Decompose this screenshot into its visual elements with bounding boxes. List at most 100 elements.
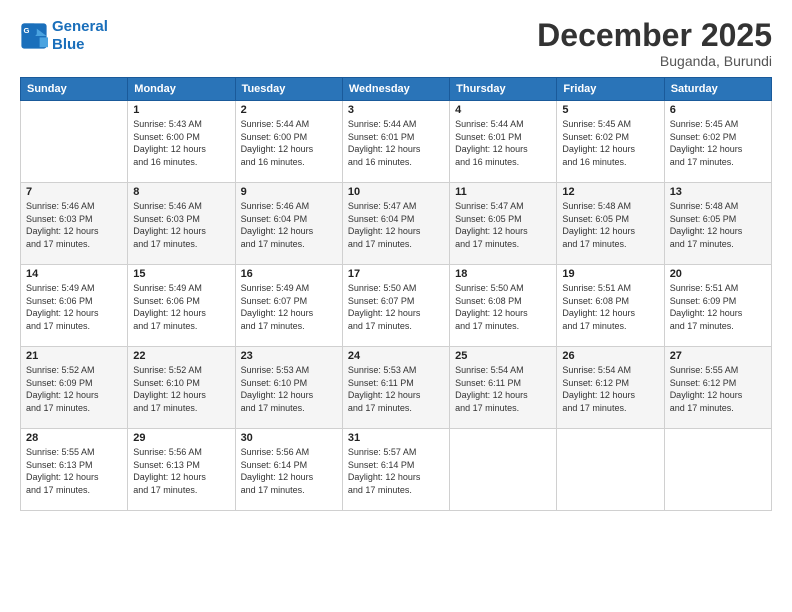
day-info: Sunrise: 5:50 AM Sunset: 6:08 PM Dayligh… bbox=[455, 282, 551, 332]
table-row: 8Sunrise: 5:46 AM Sunset: 6:03 PM Daylig… bbox=[128, 183, 235, 265]
day-info: Sunrise: 5:44 AM Sunset: 6:01 PM Dayligh… bbox=[455, 118, 551, 168]
day-info: Sunrise: 5:48 AM Sunset: 6:05 PM Dayligh… bbox=[562, 200, 658, 250]
day-number: 13 bbox=[670, 186, 766, 198]
day-info: Sunrise: 5:55 AM Sunset: 6:13 PM Dayligh… bbox=[26, 446, 122, 496]
table-row: 4 Sunrise: 5:44 AM Sunset: 6:01 PM Daylig… bbox=[450, 101, 557, 183]
day-number: 28 bbox=[26, 432, 122, 444]
table-row: 15 Sunrise: 5:49 AM Sunset: 6:06 PM Dayli… bbox=[128, 265, 235, 347]
table-row: 16 Sunrise: 5:49 AM Sunset: 6:07 PM Dayli… bbox=[235, 265, 342, 347]
day-info: Sunrise: 5:49 AM Sunset: 6:06 PM Dayligh… bbox=[26, 282, 122, 332]
table-row: 6Sunrise: 5:45 AM Sunset: 6:02 PM Daylig… bbox=[664, 101, 771, 183]
table-row: 22Sunrise: 5:52 AM Sunset: 6:10 PM Dayli… bbox=[128, 347, 235, 429]
table-row bbox=[21, 101, 128, 183]
day-info: Sunrise: 5:52 AM Sunset: 6:09 PM Dayligh… bbox=[26, 364, 122, 414]
calendar-week-row: 14Sunrise: 5:49 AM Sunset: 6:06 PM Dayli… bbox=[21, 265, 772, 347]
page: G General Blue December 2025 Buganda, Bu… bbox=[0, 0, 792, 612]
subtitle: Buganda, Burundi bbox=[537, 53, 772, 69]
table-row: 3Sunrise: 5:44 AM Sunset: 6:01 PM Daylig… bbox=[342, 101, 449, 183]
col-sunday: Sunday bbox=[21, 78, 128, 101]
logo-icon: G bbox=[20, 22, 48, 50]
day-number: 4 bbox=[455, 104, 551, 116]
table-row: 26Sunrise: 5:54 AM Sunset: 6:12 PM Dayli… bbox=[557, 347, 664, 429]
table-row bbox=[664, 429, 771, 511]
day-number: 3 bbox=[348, 104, 444, 116]
table-row: 29 Sunrise: 5:56 AM Sunset: 6:13 PM Dayli… bbox=[128, 429, 235, 511]
col-wednesday: Wednesday bbox=[342, 78, 449, 101]
day-number: 22 bbox=[133, 350, 229, 362]
month-title: December 2025 bbox=[537, 18, 772, 53]
day-number: 15 bbox=[133, 268, 229, 280]
day-info: Sunrise: 5:49 AM Sunset: 6:07 PM Dayligh… bbox=[241, 282, 337, 332]
day-number: 31 bbox=[348, 432, 444, 444]
day-number: 30 bbox=[241, 432, 337, 444]
day-info: Sunrise: 5:51 AM Sunset: 6:08 PM Dayligh… bbox=[562, 282, 658, 332]
day-number: 25 bbox=[455, 350, 551, 362]
day-number: 29 bbox=[133, 432, 229, 444]
col-tuesday: Tuesday bbox=[235, 78, 342, 101]
logo-general: General bbox=[52, 18, 108, 36]
col-friday: Friday bbox=[557, 78, 664, 101]
day-number: 7 bbox=[26, 186, 122, 198]
day-info: Sunrise: 5:54 AM Sunset: 6:11 PM Dayligh… bbox=[455, 364, 551, 414]
day-number: 12 bbox=[562, 186, 658, 198]
day-info: Sunrise: 5:43 AM Sunset: 6:00 PM Dayligh… bbox=[133, 118, 229, 168]
calendar-week-row: 21 Sunrise: 5:52 AM Sunset: 6:09 PM Dayli… bbox=[21, 347, 772, 429]
header: G General Blue December 2025 Buganda, Bu… bbox=[20, 18, 772, 69]
day-number: 24 bbox=[348, 350, 444, 362]
day-info: Sunrise: 5:46 AM Sunset: 6:03 PM Dayligh… bbox=[26, 200, 122, 250]
table-row: 24 Sunrise: 5:53 AM Sunset: 6:11 PM Dayli… bbox=[342, 347, 449, 429]
logo-blue: Blue bbox=[52, 36, 108, 54]
day-info: Sunrise: 5:46 AM Sunset: 6:04 PM Dayligh… bbox=[241, 200, 337, 250]
day-number: 16 bbox=[241, 268, 337, 280]
day-info: Sunrise: 5:44 AM Sunset: 6:00 PM Dayligh… bbox=[241, 118, 337, 168]
table-row: 14Sunrise: 5:49 AM Sunset: 6:06 PM Dayli… bbox=[21, 265, 128, 347]
day-number: 6 bbox=[670, 104, 766, 116]
calendar-table: Sunday Monday Tuesday Wednesday Thursday… bbox=[20, 77, 772, 511]
day-number: 8 bbox=[133, 186, 229, 198]
day-info: Sunrise: 5:55 AM Sunset: 6:12 PM Dayligh… bbox=[670, 364, 766, 414]
table-row: 13Sunrise: 5:48 AM Sunset: 6:05 PM Dayli… bbox=[664, 183, 771, 265]
day-info: Sunrise: 5:54 AM Sunset: 6:12 PM Dayligh… bbox=[562, 364, 658, 414]
day-info: Sunrise: 5:56 AM Sunset: 6:13 PM Dayligh… bbox=[133, 446, 229, 496]
table-row: 31 Sunrise: 5:57 AM Sunset: 6:14 PM Dayli… bbox=[342, 429, 449, 511]
table-row: 23Sunrise: 5:53 AM Sunset: 6:10 PM Dayli… bbox=[235, 347, 342, 429]
day-info: Sunrise: 5:47 AM Sunset: 6:04 PM Dayligh… bbox=[348, 200, 444, 250]
day-info: Sunrise: 5:45 AM Sunset: 6:02 PM Dayligh… bbox=[562, 118, 658, 168]
table-row: 12 Sunrise: 5:48 AM Sunset: 6:05 PM Dayli… bbox=[557, 183, 664, 265]
table-row: 1 Sunrise: 5:43 AM Sunset: 6:00 PM Daylig… bbox=[128, 101, 235, 183]
day-info: Sunrise: 5:51 AM Sunset: 6:09 PM Dayligh… bbox=[670, 282, 766, 332]
table-row: 20 Sunrise: 5:51 AM Sunset: 6:09 PM Dayli… bbox=[664, 265, 771, 347]
logo: G General Blue bbox=[20, 18, 108, 54]
day-number: 20 bbox=[670, 268, 766, 280]
calendar-week-row: 1 Sunrise: 5:43 AM Sunset: 6:00 PM Daylig… bbox=[21, 101, 772, 183]
table-row: 21 Sunrise: 5:52 AM Sunset: 6:09 PM Dayli… bbox=[21, 347, 128, 429]
day-info: Sunrise: 5:56 AM Sunset: 6:14 PM Dayligh… bbox=[241, 446, 337, 496]
day-info: Sunrise: 5:53 AM Sunset: 6:11 PM Dayligh… bbox=[348, 364, 444, 414]
day-number: 19 bbox=[562, 268, 658, 280]
day-number: 11 bbox=[455, 186, 551, 198]
day-number: 17 bbox=[348, 268, 444, 280]
title-block: December 2025 Buganda, Burundi bbox=[537, 18, 772, 69]
table-row: 17Sunrise: 5:50 AM Sunset: 6:07 PM Dayli… bbox=[342, 265, 449, 347]
calendar-header-row: Sunday Monday Tuesday Wednesday Thursday… bbox=[21, 78, 772, 101]
svg-text:G: G bbox=[24, 26, 30, 35]
day-number: 1 bbox=[133, 104, 229, 116]
day-number: 18 bbox=[455, 268, 551, 280]
day-number: 21 bbox=[26, 350, 122, 362]
day-info: Sunrise: 5:57 AM Sunset: 6:14 PM Dayligh… bbox=[348, 446, 444, 496]
day-number: 9 bbox=[241, 186, 337, 198]
day-number: 5 bbox=[562, 104, 658, 116]
table-row: 2 Sunrise: 5:44 AM Sunset: 6:00 PM Daylig… bbox=[235, 101, 342, 183]
col-saturday: Saturday bbox=[664, 78, 771, 101]
table-row: 11Sunrise: 5:47 AM Sunset: 6:05 PM Dayli… bbox=[450, 183, 557, 265]
table-row: 30 Sunrise: 5:56 AM Sunset: 6:14 PM Dayli… bbox=[235, 429, 342, 511]
table-row: 9 Sunrise: 5:46 AM Sunset: 6:04 PM Daylig… bbox=[235, 183, 342, 265]
table-row: 25 Sunrise: 5:54 AM Sunset: 6:11 PM Dayli… bbox=[450, 347, 557, 429]
table-row: 27 Sunrise: 5:55 AM Sunset: 6:12 PM Dayli… bbox=[664, 347, 771, 429]
col-monday: Monday bbox=[128, 78, 235, 101]
day-number: 27 bbox=[670, 350, 766, 362]
calendar-week-row: 28 Sunrise: 5:55 AM Sunset: 6:13 PM Dayli… bbox=[21, 429, 772, 511]
day-info: Sunrise: 5:49 AM Sunset: 6:06 PM Dayligh… bbox=[133, 282, 229, 332]
day-number: 2 bbox=[241, 104, 337, 116]
table-row: 10Sunrise: 5:47 AM Sunset: 6:04 PM Dayli… bbox=[342, 183, 449, 265]
